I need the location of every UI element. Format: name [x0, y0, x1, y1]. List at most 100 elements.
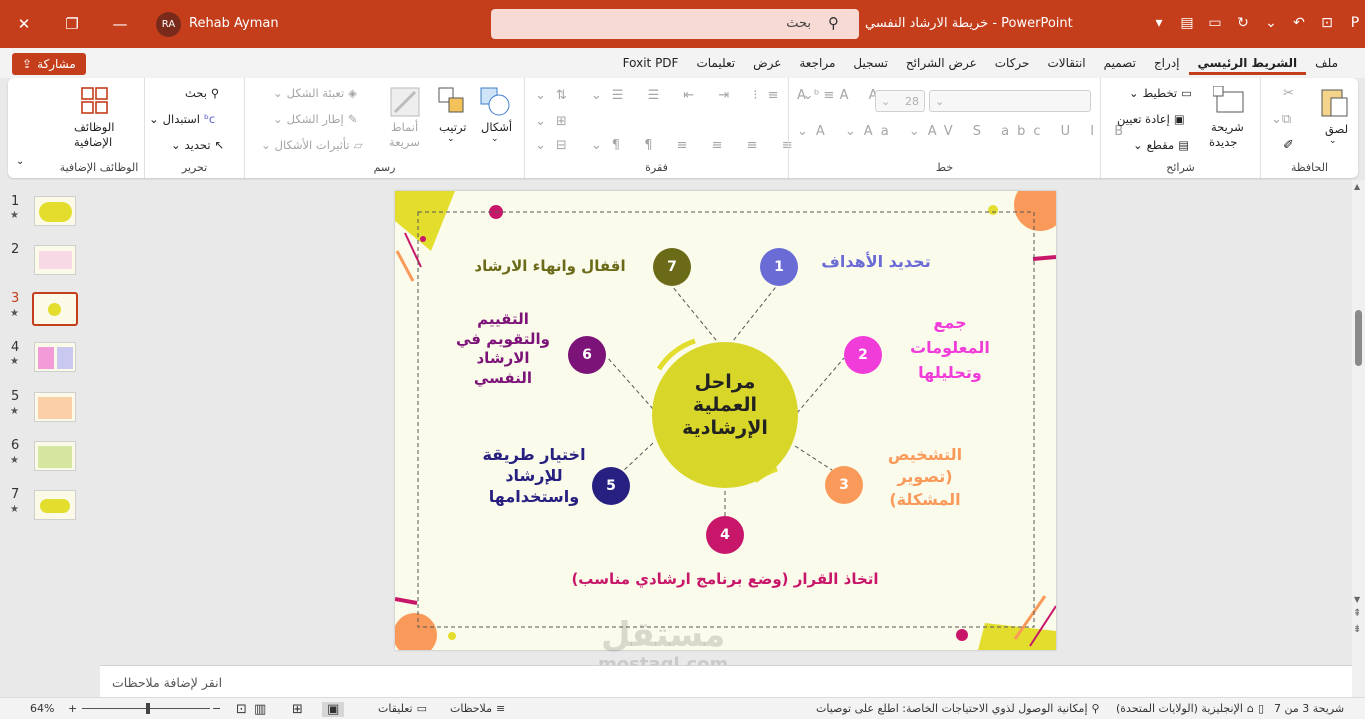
addins-label-2[interactable]: الإضافية	[74, 135, 112, 149]
shape-fill-button[interactable]: ⌄ تعبئة الشكل ◈	[273, 86, 357, 100]
shape-effects-button[interactable]: ⌄ تأثيرات الأشكال ▱	[261, 138, 363, 152]
save-icon[interactable]: ⊡	[1316, 12, 1338, 34]
zoom-slider-knob[interactable]	[146, 703, 150, 714]
avatar[interactable]: RA	[156, 12, 181, 37]
tab-2[interactable]: إدراج	[1145, 56, 1189, 75]
notes-pane[interactable]: انقر لإضافة ملاحظات	[100, 665, 1352, 697]
tab-4[interactable]: انتقالات	[1038, 56, 1094, 75]
scroll-up-icon[interactable]: ▲	[1354, 182, 1360, 191]
layout-button[interactable]: ⌄ تخطيط ▭	[1129, 86, 1192, 100]
slide-canvas[interactable]: مراحل العملية الإرشادية 1 تحديد الأهداف …	[395, 191, 1056, 650]
search-input[interactable]: بحث ⚲	[491, 9, 859, 39]
slide-sorter-icon[interactable]: ⊞	[292, 702, 303, 717]
tab-3[interactable]: تصميم	[1095, 56, 1145, 75]
search-icon: ⚲	[828, 14, 839, 32]
slide-thumbnail-7[interactable]	[34, 490, 76, 520]
tab-7[interactable]: تسجيل	[844, 56, 897, 75]
tab-1[interactable]: الشريط الرئيسي	[1188, 56, 1307, 75]
slide-thumbnail-4[interactable]	[34, 342, 76, 372]
step-4-label: اتخاذ القرار (وضع برنامج ارشادي مناسب)	[571, 570, 879, 588]
quick-styles-label-1[interactable]: أنماط	[391, 120, 418, 134]
spellcheck-icon[interactable]: ▯	[1258, 702, 1264, 715]
tab-6[interactable]: عرض الشرائح	[897, 56, 986, 75]
cut-icon[interactable]: ✂	[1283, 86, 1294, 101]
zoom-level[interactable]: 64%	[30, 702, 54, 715]
scroll-down-icon[interactable]: ▼	[1354, 595, 1360, 604]
paste-button[interactable]: لصق	[1325, 122, 1348, 136]
layout-icon: ▭	[1181, 86, 1192, 100]
minimize-icon[interactable]: —	[108, 12, 132, 36]
new-slide-icon	[1213, 86, 1244, 113]
tab-10[interactable]: تعليمات	[687, 56, 744, 75]
chevron-down-icon: ⌄	[171, 138, 181, 152]
animation-star-icon: ★	[10, 308, 19, 319]
tab-9[interactable]: عرض	[744, 56, 790, 75]
font-size-field[interactable]: ⌄ 28	[875, 90, 925, 112]
comments-button[interactable]: تعليقات ▭	[378, 702, 427, 715]
paragraph-row-2[interactable]: ⌄⊞	[535, 114, 577, 129]
new-slide-label-2[interactable]: جديدة	[1209, 135, 1237, 149]
format-painter-icon[interactable]: ✐	[1283, 138, 1294, 153]
scrollbar-thumb[interactable]	[1355, 310, 1362, 366]
reading-view-icon[interactable]: ▥	[254, 702, 266, 717]
new-slide-label-1[interactable]: شريحة	[1211, 120, 1244, 134]
close-icon[interactable]: ✕	[12, 12, 36, 36]
shape-outline-button[interactable]: ⌄ إطار الشكل ✎	[273, 112, 357, 126]
slide-thumbnail-1[interactable]	[34, 196, 76, 226]
arrange-button[interactable]: ترتيب	[439, 120, 467, 134]
slide-thumbnail-5[interactable]	[34, 392, 76, 422]
restore-icon[interactable]: ❐	[60, 12, 84, 36]
vertical-scrollbar[interactable]: ▲ ▼ ⇞ ⇟	[1352, 180, 1365, 697]
tab-5[interactable]: حركات	[986, 56, 1039, 75]
share-button[interactable]: ⇪ مشاركة	[12, 53, 86, 75]
section-button[interactable]: ⌄ مقطع ▤	[1133, 138, 1189, 152]
arrange-chevron-icon[interactable]: ⌄	[447, 134, 455, 144]
quick-styles-label-2[interactable]: سريعة	[389, 135, 420, 149]
customize-toolbar-icon[interactable]: ▾	[1148, 12, 1170, 34]
font-row-1[interactable]: Aᵇ A A	[797, 88, 886, 103]
reset-button[interactable]: إعادة تعيين ▣	[1117, 112, 1185, 126]
font-row-2[interactable]: ⌄A ⌄Aa ⌄AV S abc U I B	[797, 124, 1131, 139]
font-family-field[interactable]: ⌄	[929, 90, 1091, 112]
shapes-button[interactable]: أشكال	[481, 120, 512, 134]
accessibility-status[interactable]: إمكانية الوصول لذوي الاحتياجات الخاصة: ا…	[816, 702, 1100, 715]
user-name[interactable]: Rehab Ayman	[189, 16, 279, 31]
slide-thumbnail-2[interactable]	[34, 245, 76, 275]
undo-dropdown-icon[interactable]: ⌄	[1260, 12, 1282, 34]
paste-chevron-icon[interactable]: ⌄	[1329, 136, 1337, 146]
notes-placeholder: انقر لإضافة ملاحظات	[112, 675, 223, 690]
copy-icon[interactable]: ⌄⧉	[1271, 112, 1291, 127]
replace-button[interactable]: ⌄ استبدال ᵇc	[149, 112, 215, 126]
tab-8[interactable]: مراجعة	[790, 56, 844, 75]
zoom-in-icon[interactable]: +	[68, 702, 77, 715]
arrange-icon	[438, 87, 464, 113]
next-slide-icon[interactable]: ⇟	[1353, 624, 1361, 635]
fit-slide-icon[interactable]: ⊡	[236, 702, 247, 717]
tab-11[interactable]: Foxit PDF	[614, 56, 688, 75]
slide-thumbnail-3[interactable]	[32, 292, 78, 326]
shapes-chevron-icon[interactable]: ⌄	[491, 134, 499, 144]
slide-thumbnail-6[interactable]	[34, 441, 76, 471]
search-placeholder: بحث	[786, 16, 811, 31]
save-pdf-icon[interactable]: ▤	[1176, 12, 1198, 34]
language-status[interactable]: الإنجليزية (الولايات المتحدة) ⌂	[1116, 702, 1254, 715]
normal-view-icon[interactable]: ▣	[322, 702, 345, 717]
previous-slide-icon[interactable]: ⇞	[1353, 608, 1361, 619]
notes-button[interactable]: ملاحظات ≡	[450, 702, 505, 715]
tab-0[interactable]: ملف	[1306, 56, 1347, 75]
paragraph-row-3[interactable]: ⌄⊟ ⌄¶ ¶ ≡ ≡ ≡ ≡	[535, 138, 803, 153]
document-title: خريطة الارشاد النفسي - PowerPoint	[865, 16, 1073, 31]
step-2-label: جمع المعلومات وتحليلها	[910, 313, 990, 382]
select-button[interactable]: ⌄ تحديد ↖	[171, 138, 224, 152]
addins-label-1[interactable]: الوظائف	[74, 120, 114, 134]
present-icon[interactable]: ▭	[1204, 12, 1226, 34]
section-icon: ▤	[1178, 138, 1190, 152]
zoom-out-icon[interactable]: −	[212, 702, 221, 715]
undo-icon[interactable]: ↶	[1288, 12, 1310, 34]
collapse-ribbon-icon[interactable]: ⌄	[16, 156, 24, 167]
group-label-editing: تحرير	[181, 161, 208, 174]
group-slides: ⌄ تخطيط ▭ إعادة تعيين ▣ ⌄ مقطع ▤ شريحة جديدة …	[1100, 78, 1260, 178]
redo-icon[interactable]: ↻	[1232, 12, 1254, 34]
effects-icon: ▱	[353, 138, 363, 152]
find-button[interactable]: بحث ⚲	[185, 86, 219, 100]
